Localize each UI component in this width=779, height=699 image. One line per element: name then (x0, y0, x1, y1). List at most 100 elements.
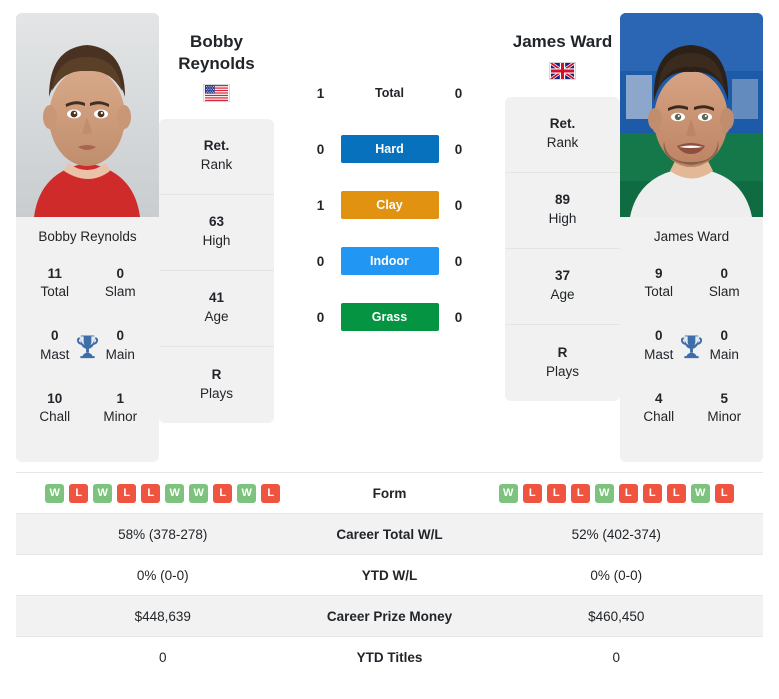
title-stat-value: 9 (654, 266, 663, 281)
form-badge[interactable]: L (546, 483, 566, 503)
h2h-badge-hard[interactable]: Hard (340, 135, 439, 163)
form-badge[interactable]: L (642, 483, 662, 503)
form-badge[interactable]: L (618, 483, 638, 503)
form-badge[interactable]: W (498, 483, 518, 503)
form-badge[interactable]: L (261, 483, 281, 503)
form-badge[interactable]: W (189, 483, 209, 503)
info-row-rank: Ret. Rank (505, 97, 620, 173)
form-badge[interactable]: L (714, 483, 734, 503)
left-form-list: W L W L L W W L W L (45, 483, 281, 503)
right-player-name: James Ward (512, 32, 613, 51)
form-badge[interactable]: L (522, 483, 542, 503)
h2h-left-value: 0 (316, 253, 325, 269)
title-stat: 9 Total (626, 265, 692, 301)
h2h-badge-clay[interactable]: Clay (340, 191, 439, 219)
info-label: High (202, 233, 231, 248)
info-row-plays: R Plays (159, 347, 274, 423)
right-player-photo[interactable] (620, 13, 763, 217)
title-stat: 0 Main (692, 327, 758, 363)
info-value: 37 (554, 268, 571, 284)
title-stat-value: 5 (720, 390, 728, 406)
title-stat: 0 Slam (88, 265, 154, 301)
table-row-label: Career Prize Money (326, 608, 453, 624)
form-badge[interactable]: W (237, 483, 257, 503)
title-stat-value: 1 (116, 390, 124, 406)
table-row-label: Career Total W/L (336, 526, 443, 542)
left-value: 58% (378-278) (118, 526, 208, 542)
title-stat-label: Slam (104, 284, 136, 300)
right-form-list: W L L L W L L L W L (498, 483, 734, 503)
form-badge[interactable]: W (165, 483, 185, 503)
title-stat-value: 0 (720, 266, 728, 281)
h2h-right-value: 0 (454, 85, 463, 101)
title-stat-label: Chall (39, 409, 71, 425)
info-row-rank: Ret. Rank (159, 119, 274, 195)
title-stat-label: Main (105, 346, 135, 362)
title-stat-label: Chall (643, 409, 675, 425)
title-stat-value: 4 (654, 390, 663, 406)
h2h-badge-indoor[interactable]: Indoor (340, 247, 439, 275)
info-label: Plays (199, 385, 233, 401)
table-row-label: Form (372, 485, 407, 501)
table-row-form: W L W L L W W L W L Form W L L L W L L L… (16, 472, 763, 513)
info-label: Age (550, 287, 575, 303)
h2h-left-value: 0 (316, 309, 325, 325)
h2h-right-value: 0 (454, 141, 463, 157)
title-stat: 4 Chall (626, 390, 692, 426)
left-info-column: Bobby Reynolds Ret. Rank 63 High 41 Age … (159, 13, 274, 423)
title-stat-label: Minor (103, 409, 138, 425)
right-value: 0 (612, 649, 620, 665)
form-badge[interactable]: W (690, 483, 710, 503)
info-value: R (211, 366, 222, 382)
h2h-left-value: 1 (316, 197, 325, 213)
left-value: 0 (158, 649, 167, 665)
right-info-column: James Ward Ret. Rank 89 High 37 Age R Pl… (505, 13, 620, 401)
info-label: Age (204, 309, 229, 324)
title-stat: 0 Main (88, 327, 154, 363)
form-badge[interactable]: W (45, 483, 65, 503)
form-badge[interactable]: W (594, 483, 614, 503)
form-badge[interactable]: L (213, 483, 233, 503)
title-stat-label: Slam (708, 284, 740, 300)
title-stat: 0 Mast (626, 327, 692, 363)
info-label: Rank (200, 157, 233, 172)
form-badge[interactable]: L (117, 483, 137, 503)
right-player-titles-card: James Ward 9 Total 0 Slam 0 Mast 0 Main … (620, 217, 763, 462)
title-stat-label: Mast (40, 346, 70, 362)
right-titles-grid: 9 Total 0 Slam 0 Mast 0 Main 4 Chall 5 M… (626, 265, 757, 426)
info-row-high: 63 High (159, 195, 274, 271)
info-row-high: 89 High (505, 173, 620, 249)
info-value: 89 (554, 192, 571, 208)
table-row-ytd-titles: 0 YTD Titles 0 (16, 636, 763, 677)
title-stat-value: 0 (116, 266, 124, 281)
h2h-row-clay: 1 Clay 0 (274, 177, 505, 233)
form-badge[interactable]: L (141, 483, 161, 503)
right-player-card-name: James Ward (653, 229, 730, 244)
title-stat-label: Total (644, 284, 674, 300)
left-value: 0% (0-0) (136, 567, 189, 583)
h2h-right-value: 0 (454, 253, 463, 269)
title-stat: 10 Chall (22, 390, 88, 426)
form-badge[interactable]: W (93, 483, 113, 503)
h2h-left-value: 1 (316, 85, 325, 101)
form-badge[interactable]: L (570, 483, 590, 503)
form-badge[interactable]: L (69, 483, 89, 503)
info-value: R (557, 344, 568, 360)
h2h-badge-grass[interactable]: Grass (340, 303, 439, 331)
left-player-name-line1: Bobby (190, 32, 243, 51)
left-info-card: Ret. Rank 63 High 41 Age R Plays (159, 118, 274, 423)
info-row-age: 37 Age (505, 249, 620, 325)
right-value: $460,450 (588, 608, 645, 624)
info-label: High (548, 211, 577, 227)
left-player-photo[interactable] (16, 13, 159, 217)
left-titles-grid: 11 Total 0 Slam 0 Mast 0 Main 10 Chall 1… (22, 265, 153, 426)
player-comparison-page: Bobby Reynolds 1 1 Total 0 Slam 0 Mast 0 … (0, 0, 779, 699)
left-player-name-line2: Reynolds (178, 53, 255, 73)
comparison-table: W L W L L W W L W L Form W L L L W L L L… (0, 472, 779, 677)
form-badge[interactable]: L (666, 483, 686, 503)
info-row-plays: R Plays (505, 325, 620, 401)
table-row-career-total-wl: 58% (378-278) Career Total W/L 52% (402-… (16, 513, 763, 554)
h2h-right-value: 0 (454, 197, 463, 213)
title-stat: 5 Minor (692, 390, 758, 426)
title-stat-value: 10 (47, 390, 63, 406)
